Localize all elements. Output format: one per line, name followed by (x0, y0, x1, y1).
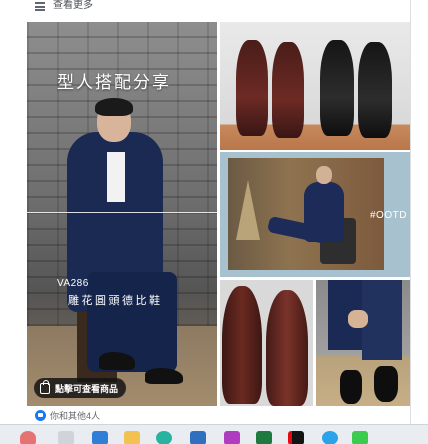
photo-main-outfit[interactable]: 型人搭配分享 VA286 雕花圓頭德比鞋 點擊可查看商品 (27, 22, 217, 406)
list-icon (35, 2, 45, 11)
taskbar (0, 424, 428, 444)
file-manager-icon[interactable] (58, 431, 74, 444)
photo-grid: 型人搭配分享 VA286 雕花圓頭德比鞋 點擊可查看商品 #OOTD (27, 22, 410, 406)
photo-shoe-pairs[interactable] (220, 22, 410, 150)
photo-ootd[interactable]: #OOTD (220, 152, 410, 277)
edge-browser-icon[interactable] (92, 431, 108, 444)
shopping-bag-icon (40, 379, 50, 394)
line-icon[interactable] (352, 431, 368, 444)
black-shoe-right (358, 42, 392, 138)
brown-shoe-left (236, 40, 268, 136)
model-code: VA286 (57, 278, 89, 289)
excel-icon[interactable] (256, 431, 272, 444)
browser-icon[interactable] (156, 431, 172, 444)
brown-shoe-closeup-right (266, 290, 308, 406)
reactions-text[interactable]: 你和其他4人 (50, 409, 100, 422)
decor-tree (236, 180, 260, 240)
brown-shoe-right (272, 42, 304, 138)
page-right-margin (410, 0, 428, 424)
view-products-button[interactable]: 點擊可查看商品 (34, 378, 127, 398)
photo-crossed-legs[interactable] (316, 280, 410, 406)
like-icon (35, 409, 46, 421)
view-products-label: 點擊可查看商品 (55, 383, 119, 394)
hand (348, 310, 368, 328)
black-shoe-left-closeup (340, 370, 362, 404)
model-subtitle: 雕花圓頭德比鞋 (68, 294, 163, 307)
instagram-icon[interactable] (224, 431, 240, 444)
model-hair (95, 98, 133, 116)
photo-heading: 型人搭配分享 (57, 73, 171, 93)
model-shirt (107, 152, 125, 202)
photo-brown-shoes[interactable] (220, 280, 313, 406)
seated-man-face (316, 166, 332, 184)
ootd-tag: #OOTD (370, 210, 407, 221)
photos-app-icon[interactable] (20, 431, 36, 444)
black-shoe-right-closeup (374, 366, 398, 402)
store-icon[interactable] (190, 431, 206, 444)
folder-icon[interactable] (124, 431, 140, 444)
frame-divider (27, 212, 217, 213)
black-shoe-left (320, 40, 354, 136)
reactions-row[interactable]: 你和其他4人 (27, 406, 410, 424)
model-shoe-right (145, 368, 183, 384)
see-more-label[interactable]: 查看更多 (53, 0, 93, 12)
page-left-margin (0, 0, 27, 424)
skype-icon[interactable] (322, 431, 338, 444)
brown-shoe-closeup-left (222, 286, 262, 404)
ootd-photo-frame (228, 158, 384, 270)
netflix-icon[interactable] (288, 431, 304, 444)
trouser-leg-right (362, 280, 402, 360)
model-shoe-left (99, 352, 135, 370)
see-more-row[interactable]: 查看更多 (27, 0, 410, 16)
